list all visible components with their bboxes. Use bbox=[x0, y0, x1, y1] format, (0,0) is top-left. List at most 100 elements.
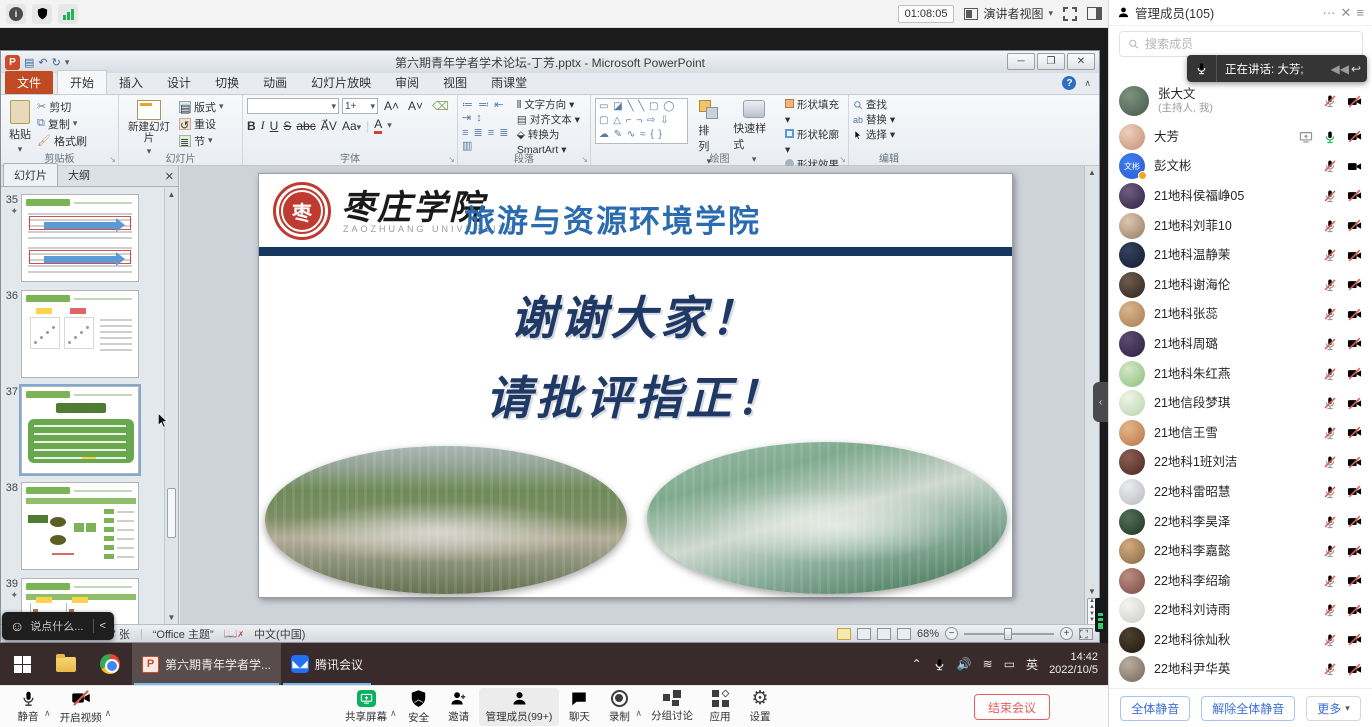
redo-icon[interactable]: ↻ bbox=[52, 56, 61, 69]
participant-row[interactable]: 21地科谢海伦 bbox=[1109, 270, 1372, 300]
zoom-slider[interactable] bbox=[964, 633, 1054, 635]
slides-panel-scrollbar[interactable]: ▲ ▼ bbox=[164, 188, 178, 624]
mic-off-icon[interactable] bbox=[1323, 633, 1337, 647]
close-slides-panel-icon[interactable]: ✕ bbox=[165, 170, 174, 183]
help-icon[interactable]: ? bbox=[1062, 76, 1076, 90]
panel-more-icon[interactable]: ··· bbox=[1323, 5, 1336, 20]
ribbon-tab-插入[interactable]: 插入 bbox=[107, 71, 155, 94]
mic-off-icon[interactable] bbox=[1323, 455, 1337, 469]
camera-off-icon[interactable] bbox=[1347, 248, 1362, 263]
font-size-combo[interactable]: 1+▾ bbox=[342, 98, 378, 114]
camera-off-icon[interactable] bbox=[1347, 218, 1362, 233]
char-spacing-button[interactable]: A⃗V bbox=[321, 119, 337, 133]
font-color-button[interactable]: A bbox=[374, 117, 382, 134]
toolbar-breakout-button[interactable]: 分组讨论 bbox=[644, 688, 700, 726]
ribbon-tab-幻灯片放映[interactable]: 幻灯片放映 bbox=[299, 71, 383, 94]
participant-row[interactable]: 21地科张蕊 bbox=[1109, 300, 1372, 330]
mic-off-icon[interactable] bbox=[1323, 307, 1337, 321]
toolbar-settings-button[interactable]: ⚙设置 bbox=[740, 688, 780, 726]
participant-row[interactable]: 大芳 bbox=[1109, 122, 1372, 152]
ribbon-tab-动画[interactable]: 动画 bbox=[251, 71, 299, 94]
slide-thumbnail-38[interactable] bbox=[21, 482, 139, 570]
ribbon-collapse-icon[interactable]: ∧ bbox=[1084, 78, 1091, 89]
bullets-icons[interactable]: ≔ ≕ ⇤ ⇥ ↕ bbox=[462, 98, 511, 124]
search-input[interactable] bbox=[1145, 37, 1354, 51]
bold-button[interactable]: B bbox=[247, 119, 256, 133]
taskbar-task-meeting[interactable]: ◣◢腾讯会议 bbox=[281, 643, 373, 685]
camera-off-icon[interactable] bbox=[1347, 573, 1362, 588]
quick-chat-bar[interactable]: ☺ 说点什么... < bbox=[2, 612, 114, 640]
close-button[interactable]: ✕ bbox=[1067, 53, 1095, 70]
start-button[interactable] bbox=[0, 643, 44, 685]
panel-menu-icon[interactable]: ≡ bbox=[1356, 5, 1364, 20]
participant-row[interactable]: 22地科刘诗雨 bbox=[1109, 596, 1372, 626]
participant-row[interactable]: 21地科侯福峥05 bbox=[1109, 181, 1372, 211]
ribbon-tab-雨课堂[interactable]: 雨课堂 bbox=[479, 71, 539, 94]
paste-button[interactable]: 粘贴▾ bbox=[5, 98, 35, 157]
format-painter-button[interactable]: 🖌格式刷 bbox=[37, 132, 87, 149]
slide-thumbnail-37[interactable] bbox=[21, 386, 139, 474]
mic-on-icon[interactable] bbox=[1323, 130, 1337, 144]
select-button[interactable]: 选择 ▾ bbox=[853, 128, 925, 143]
change-case-button[interactable]: Aa▾ bbox=[342, 119, 361, 133]
more-button[interactable]: 更多▾ bbox=[1306, 696, 1361, 721]
camera-off-icon[interactable] bbox=[1347, 336, 1362, 351]
save-icon[interactable]: ▤ bbox=[24, 56, 34, 69]
camera-off-icon[interactable] bbox=[1347, 396, 1362, 411]
zoom-in-button[interactable]: + bbox=[1060, 627, 1073, 640]
text-direction-button[interactable]: ⫴ 文字方向 ▾ bbox=[517, 98, 586, 113]
participant-row[interactable]: 22地科李绍瑜 bbox=[1109, 566, 1372, 596]
toolbar-shield-button[interactable]: ︿安全 bbox=[399, 688, 439, 726]
dialog-launcher-icon[interactable]: ↘ bbox=[448, 155, 455, 164]
align-icons[interactable]: ≡ ≣ ≡ ≣ ▥ bbox=[462, 126, 511, 152]
participant-row[interactable]: 21地信王雪 bbox=[1109, 418, 1372, 448]
panel-close-icon[interactable]: ✕ bbox=[1341, 5, 1352, 21]
toolbar-record-button[interactable]: 录制 bbox=[599, 688, 639, 726]
participant-row[interactable]: 21地科刘菲10 bbox=[1109, 211, 1372, 241]
italic-button[interactable]: I bbox=[261, 118, 265, 133]
camera-on-icon[interactable] bbox=[1347, 159, 1362, 174]
mic-off-icon[interactable] bbox=[1323, 603, 1337, 617]
current-slide[interactable]: 枣 枣庄学院 ZAOZHUANG UNIVERSITY 旅游与资源环境学院 谢谢… bbox=[258, 173, 1013, 598]
toolbar-invite-button[interactable]: 邀请 bbox=[439, 688, 479, 726]
speaker-view-button[interactable]: 演讲者视图 ▾ bbox=[964, 5, 1053, 22]
toolbar-camoff-button[interactable]: 开启视频 bbox=[53, 688, 109, 726]
layout-button[interactable]: ▤版式▾ bbox=[179, 98, 224, 115]
camera-off-icon[interactable] bbox=[1347, 277, 1362, 292]
end-meeting-button[interactable]: 结束会议 bbox=[974, 694, 1050, 720]
toast-reply-icon[interactable]: ↩ bbox=[1351, 62, 1361, 76]
shape-fill-button[interactable]: 形状填充 ▾ bbox=[785, 98, 844, 128]
unmute-all-button[interactable]: 解除全体静音 bbox=[1201, 696, 1295, 721]
camera-off-icon[interactable] bbox=[1347, 632, 1362, 647]
copy-button[interactable]: ⧉复制▾ bbox=[37, 115, 87, 132]
reset-button[interactable]: ↺重设 bbox=[179, 115, 224, 132]
dialog-launcher-icon[interactable]: ↘ bbox=[581, 155, 588, 164]
shapes-gallery[interactable]: ▭ ◪ ╲ ╲ ▢ ◯▢ △ ⌐ ¬ ⇨ ⇩☁ ✎ ∿ ≈ { } bbox=[595, 98, 688, 144]
clear-format-button[interactable]: ⌫ bbox=[429, 99, 452, 113]
toolbar-share-button[interactable]: 共享屏幕 bbox=[338, 688, 394, 726]
meeting-info-icon[interactable]: i bbox=[6, 4, 26, 24]
shrink-font-button[interactable]: A˅ bbox=[405, 99, 426, 113]
camera-off-icon[interactable] bbox=[1347, 94, 1362, 109]
strikethrough-button[interactable]: abc bbox=[296, 119, 315, 133]
camera-off-icon[interactable] bbox=[1347, 425, 1362, 440]
ribbon-tab-切换[interactable]: 切换 bbox=[203, 71, 251, 94]
tray-volume-icon[interactable]: 🔊 bbox=[957, 657, 972, 671]
tray-wifi-icon[interactable]: ≋ bbox=[983, 657, 993, 671]
mute-all-button[interactable]: 全体静音 bbox=[1120, 696, 1190, 721]
participant-row[interactable]: 22地科尹华英 bbox=[1109, 655, 1372, 685]
mic-off-icon[interactable] bbox=[1323, 485, 1337, 499]
ppt-title-bar[interactable]: P ▤ ↶ ↻ ▾ 第六期青年学者学术论坛-丁芳.pptx - Microsof… bbox=[1, 51, 1099, 73]
camera-off-icon[interactable] bbox=[1347, 188, 1362, 203]
align-text-button[interactable]: ▤ 对齐文本 ▾ bbox=[517, 113, 586, 128]
mic-off-icon[interactable] bbox=[1323, 426, 1337, 440]
powerpoint-logo-icon[interactable]: P bbox=[5, 55, 20, 70]
participant-row[interactable]: 21地信段梦琪 bbox=[1109, 388, 1372, 418]
tray-battery-icon[interactable]: ▭ bbox=[1004, 657, 1015, 671]
zoom-level[interactable]: 68% bbox=[917, 628, 939, 640]
language-indicator[interactable]: 中文(中国) bbox=[254, 626, 305, 642]
mic-off-icon[interactable] bbox=[1323, 337, 1337, 351]
tray-clock[interactable]: 14:42 2022/10/5 bbox=[1049, 651, 1098, 677]
mic-off-icon[interactable] bbox=[1323, 219, 1337, 233]
taskbar-task-powerpoint[interactable]: P第六期青年学者学... bbox=[132, 643, 281, 685]
